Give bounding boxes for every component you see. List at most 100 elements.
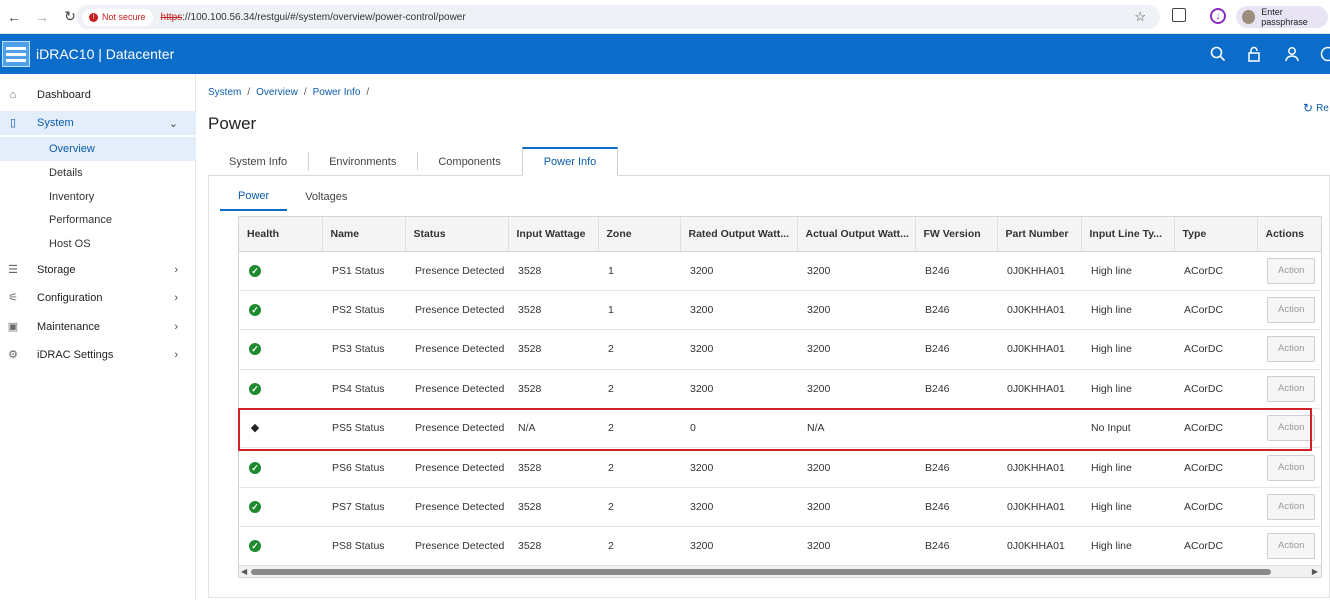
sidebar-sub-inventory[interactable]: Inventory [0, 185, 196, 209]
action-button[interactable]: Action [1267, 454, 1315, 481]
lock-icon[interactable] [1246, 46, 1262, 62]
subtab-voltages[interactable]: Voltages [287, 183, 365, 211]
table-row: ✓ PS4 Status Presence Detected 3528 2 3200 320… [239, 369, 1321, 410]
line-cell: High line [1081, 329, 1174, 370]
column-header[interactable]: Input Line Ty... [1081, 217, 1175, 252]
horizontal-scrollbar[interactable]: ◀ ▶ [239, 565, 1321, 577]
rated-cell: 3200 [680, 369, 797, 410]
column-header[interactable]: Actions [1257, 217, 1321, 252]
chevron-right-icon[interactable]: › [174, 292, 178, 304]
scroll-left-icon[interactable]: ◀ [241, 567, 247, 576]
input-wattage-cell: 3528 [508, 251, 598, 291]
chevron-right-icon[interactable]: › [174, 349, 178, 361]
input-wattage-cell: 3528 [508, 329, 598, 370]
ok-status-icon: ✓ [249, 461, 261, 474]
action-button[interactable]: Action [1267, 257, 1315, 284]
power-supply-table: Health Name Status Input Wattage Zone Rated O… [238, 216, 1322, 578]
breadcrumb-power-info[interactable]: Power Info [313, 87, 361, 98]
extensions-icon[interactable] [1172, 8, 1186, 22]
tab-environments[interactable]: Environments [308, 147, 417, 176]
breadcrumb-system[interactable]: System [208, 87, 241, 98]
highlight-box [238, 408, 1312, 451]
tab-power-info[interactable]: Power Info [521, 147, 619, 176]
line-cell: High line [1081, 447, 1174, 488]
refresh-button[interactable]: ↻ Re [1303, 101, 1329, 115]
fw-cell: B246 [915, 369, 997, 410]
url-text[interactable]: https://100.100.56.34/restgui/#/system/o… [161, 12, 466, 23]
sidebar-sub-details[interactable]: Details [0, 161, 196, 185]
status-cell: Presence Detected [405, 447, 508, 488]
sidebar-item-maintenance[interactable]: ▣ Maintenance › [0, 315, 196, 339]
action-button[interactable]: Action [1267, 375, 1315, 402]
sidebar-sub-overview[interactable]: Overview [0, 137, 196, 161]
bookmark-star-icon[interactable]: ☆ [1134, 9, 1146, 25]
power-subtabs: Power Voltages [220, 183, 365, 211]
zone-cell: 2 [598, 526, 680, 567]
column-header[interactable]: Zone [598, 217, 681, 252]
profile-button[interactable]: Enter passphrase [1236, 6, 1328, 28]
type-cell: ACorDC [1174, 487, 1257, 528]
action-button[interactable]: Action [1267, 297, 1315, 324]
action-button[interactable]: Action [1267, 533, 1315, 560]
table-row: ✓ PS8 Status Presence Detected 3528 2 3200 320… [239, 526, 1321, 567]
column-header[interactable]: Rated Output Watt... [680, 217, 798, 252]
sidebar-item-configuration[interactable]: ⚟ Configuration › [0, 286, 196, 310]
security-badge[interactable]: ! Not secure [82, 8, 153, 26]
name-cell: PS8 Status [322, 526, 405, 567]
sliders-icon: ⚟ [8, 292, 18, 304]
column-header[interactable]: Status [405, 217, 509, 252]
sidebar-item-storage[interactable]: ☰ Storage › [0, 258, 196, 282]
sidebar-sub-host-os[interactable]: Host OS [0, 232, 196, 256]
sidebar-item-idrac-settings[interactable]: ⚙ iDRAC Settings › [0, 343, 196, 367]
action-button[interactable]: Action [1267, 336, 1315, 363]
column-header[interactable]: Actual Output Watt... [797, 217, 916, 252]
breadcrumb-overview[interactable]: Overview [256, 87, 298, 98]
sidebar-sub-performance[interactable]: Performance [0, 208, 196, 232]
sidebar-item-system[interactable]: ▯ System ⌄ [0, 111, 196, 135]
forward-icon[interactable]: → [32, 7, 52, 27]
table-row: ✓ PS6 Status Presence Detected 3528 2 3200 320… [239, 447, 1321, 488]
rated-cell: 3200 [680, 526, 797, 567]
part-cell: 0J0KHHA01 [997, 487, 1081, 528]
fw-cell: B246 [915, 487, 997, 528]
actions-cell: Action [1257, 290, 1321, 331]
actual-cell: 3200 [797, 329, 915, 370]
help-icon[interactable] [1320, 46, 1330, 62]
download-icon[interactable]: ↓ [1210, 8, 1226, 24]
chevron-down-icon[interactable]: ⌄ [169, 117, 178, 130]
column-header[interactable]: Health [239, 217, 323, 252]
ok-status-icon: ✓ [249, 540, 261, 553]
tab-system-info[interactable]: System Info [208, 147, 308, 176]
search-icon[interactable] [1210, 46, 1226, 62]
tab-components[interactable]: Components [417, 147, 521, 176]
address-bar[interactable]: ! Not secure https://100.100.56.34/restg… [76, 5, 1160, 29]
table-header-row: Health Name Status Input Wattage Zone Rated O… [239, 217, 1321, 252]
health-cell: ✓ [239, 251, 322, 291]
chevron-right-icon[interactable]: › [174, 321, 178, 333]
column-header[interactable]: Part Number [997, 217, 1082, 252]
home-icon: ⌂ [9, 89, 17, 101]
input-wattage-cell: 3528 [508, 447, 598, 488]
zone-cell: 1 [598, 251, 680, 291]
column-header[interactable]: Input Wattage [508, 217, 599, 252]
health-cell: ✓ [239, 329, 322, 370]
fw-cell: B246 [915, 329, 997, 370]
refresh-icon: ↻ [1303, 101, 1314, 115]
avatar [1242, 10, 1256, 24]
column-header[interactable]: FW Version [915, 217, 998, 252]
sidebar-item-dashboard[interactable]: ⌂ Dashboard [0, 83, 196, 107]
scrollbar-thumb[interactable] [251, 569, 1271, 575]
rated-cell: 3200 [680, 290, 797, 331]
breadcrumb: System / Overview / Power Info / [208, 87, 370, 98]
actual-cell: 3200 [797, 447, 915, 488]
action-button[interactable]: Action [1267, 494, 1315, 521]
back-icon[interactable]: ← [4, 7, 24, 27]
health-cell: ✓ [239, 447, 322, 488]
line-cell: High line [1081, 290, 1174, 331]
subtab-power[interactable]: Power [220, 183, 288, 211]
column-header[interactable]: Type [1174, 217, 1258, 252]
column-header[interactable]: Name [322, 217, 406, 252]
chevron-right-icon[interactable]: › [174, 264, 178, 276]
scroll-right-icon[interactable]: ▶ [1312, 567, 1318, 576]
user-icon[interactable] [1284, 46, 1300, 62]
